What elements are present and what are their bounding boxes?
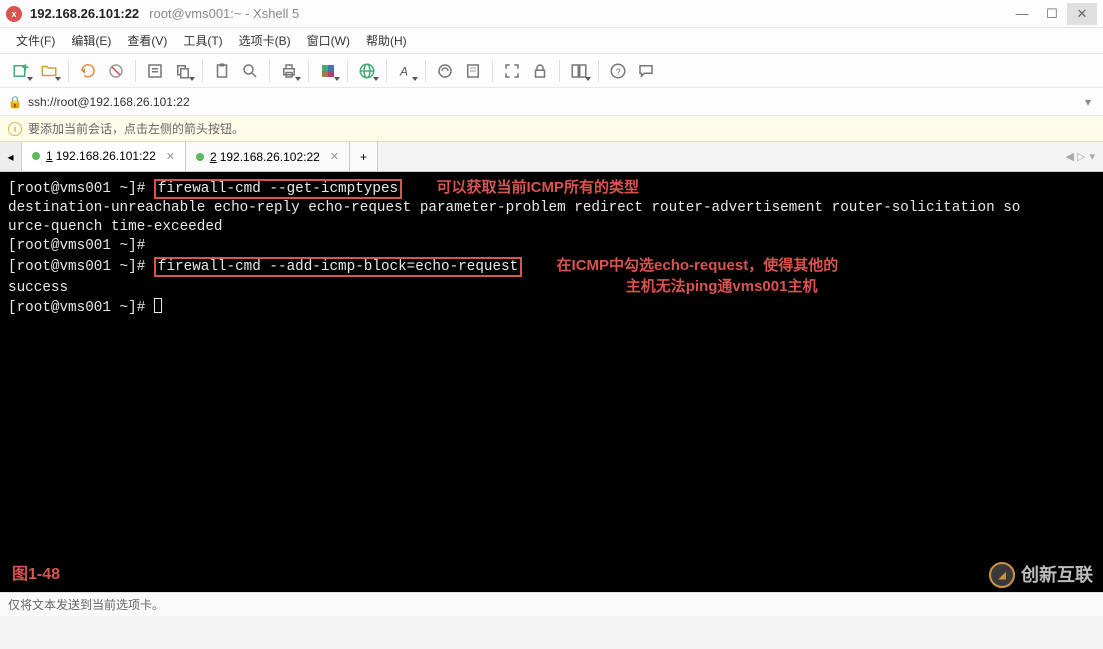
app-logo-icon: x: [6, 6, 22, 22]
tab-menu-button[interactable]: ◂: [0, 142, 22, 171]
menu-view[interactable]: 查看(V): [119, 32, 175, 49]
status-bar: 仅将文本发送到当前选项卡。: [0, 592, 1103, 616]
terminal-output: destination-unreachable echo-reply echo-…: [8, 200, 1020, 216]
lock-button[interactable]: [527, 58, 553, 84]
address-input[interactable]: [28, 95, 1081, 109]
menubar: 文件(F) 编辑(E) 查看(V) 工具(T) 选项卡(B) 窗口(W) 帮助(…: [0, 28, 1103, 54]
menu-window[interactable]: 窗口(W): [299, 32, 358, 49]
terminal-output: success: [8, 280, 68, 296]
color-scheme-button[interactable]: [315, 58, 341, 84]
toolbar-separator: [559, 60, 560, 82]
window-controls: — ☐ ✕: [1007, 3, 1097, 25]
tab-label: 192.168.26.102:22: [220, 150, 320, 164]
tab-list-icon[interactable]: ▾: [1089, 150, 1095, 163]
cursor-icon: [154, 298, 162, 313]
close-button[interactable]: ✕: [1067, 3, 1097, 25]
address-dropdown-icon[interactable]: ▾: [1081, 95, 1095, 109]
info-text: 要添加当前会话，点击左侧的箭头按钮。: [28, 120, 244, 137]
tab-session-1[interactable]: 1 192.168.26.101:22 ✕: [22, 142, 186, 171]
watermark-text: 创新互联: [1021, 566, 1093, 585]
find-button[interactable]: [237, 58, 263, 84]
tab-bar: ◂ 1 192.168.26.101:22 ✕ 2 192.168.26.102…: [0, 142, 1103, 172]
scroll-button[interactable]: [432, 58, 458, 84]
properties-button[interactable]: [142, 58, 168, 84]
log-button[interactable]: [460, 58, 486, 84]
terminal[interactable]: [root@vms001 ~]# firewall-cmd --get-icmp…: [0, 172, 1103, 592]
toolbar-separator: [425, 60, 426, 82]
toolbar-separator: [308, 60, 309, 82]
menu-help[interactable]: 帮助(H): [358, 32, 415, 49]
font-button[interactable]: A: [393, 58, 419, 84]
terminal-output: urce-quench time-exceeded: [8, 219, 223, 235]
annotation-text: 可以获取当前ICMP所有的类型: [436, 179, 639, 196]
titlebar: x 192.168.26.101:22 root@vms001:~ - Xshe…: [0, 0, 1103, 28]
prompt: [root@vms001 ~]#: [8, 181, 145, 197]
fullscreen-button[interactable]: [499, 58, 525, 84]
minimize-button[interactable]: —: [1007, 3, 1037, 25]
tab-close-icon[interactable]: ✕: [166, 150, 175, 163]
annotation-text: 在ICMP中勾选echo-request，使得其他的: [557, 257, 839, 274]
toolbar-separator: [386, 60, 387, 82]
toolbar-separator: [347, 60, 348, 82]
command-highlight: firewall-cmd --add-icmp-block=echo-reque…: [154, 257, 522, 277]
toolbar-separator: [202, 60, 203, 82]
menu-file[interactable]: 文件(F): [8, 32, 63, 49]
help-button[interactable]: ?: [605, 58, 631, 84]
watermark: ◢ 创新互联: [989, 562, 1093, 588]
menu-tab[interactable]: 选项卡(B): [231, 32, 299, 49]
menu-tools[interactable]: 工具(T): [175, 32, 230, 49]
maximize-button[interactable]: ☐: [1037, 3, 1067, 25]
tab-nav: ◀ ▷ ▾: [1065, 142, 1103, 171]
tab-label: 192.168.26.101:22: [56, 149, 156, 163]
file-transfer-button[interactable]: [566, 58, 592, 84]
copy-button[interactable]: [170, 58, 196, 84]
figure-label: 图1-48: [12, 565, 60, 584]
address-bar: 🔒 ▾: [0, 88, 1103, 116]
command-highlight: firewall-cmd --get-icmptypes: [154, 179, 402, 199]
title-path: root@vms001:~ - Xshell 5: [149, 6, 299, 21]
tab-number: 2: [210, 150, 217, 164]
reconnect-button[interactable]: [75, 58, 101, 84]
svg-text:?: ?: [616, 66, 621, 76]
paste-button[interactable]: [209, 58, 235, 84]
annotation-text: 主机无法ping通vms001主机: [626, 278, 818, 295]
toolbar-separator: [269, 60, 270, 82]
title-ip: 192.168.26.101:22: [30, 6, 139, 21]
new-session-button[interactable]: [8, 58, 34, 84]
disconnect-button[interactable]: [103, 58, 129, 84]
tab-close-icon[interactable]: ✕: [330, 150, 339, 163]
info-bar: i 要添加当前会话，点击左侧的箭头按钮。: [0, 116, 1103, 142]
toolbar-separator: [598, 60, 599, 82]
status-dot-icon: [32, 152, 40, 160]
prompt: [root@vms001 ~]#: [8, 300, 145, 316]
lock-icon: 🔒: [8, 95, 22, 109]
print-button[interactable]: [276, 58, 302, 84]
tab-add-button[interactable]: +: [350, 142, 378, 171]
prompt: [root@vms001 ~]#: [8, 259, 145, 275]
tab-session-2[interactable]: 2 192.168.26.102:22 ✕: [186, 142, 350, 171]
encoding-button[interactable]: [354, 58, 380, 84]
prompt: [root@vms001 ~]#: [8, 238, 145, 254]
tab-prev-icon[interactable]: ◀ ▷: [1065, 150, 1085, 163]
open-button[interactable]: [36, 58, 62, 84]
info-icon: i: [8, 122, 22, 136]
toolbar: A ?: [0, 54, 1103, 88]
svg-text:A: A: [399, 64, 408, 78]
toolbar-separator: [135, 60, 136, 82]
toolbar-separator: [492, 60, 493, 82]
watermark-icon: ◢: [989, 562, 1015, 588]
status-text: 仅将文本发送到当前选项卡。: [8, 596, 164, 613]
tab-number: 1: [46, 149, 53, 163]
feedback-button[interactable]: [633, 58, 659, 84]
status-dot-icon: [196, 153, 204, 161]
toolbar-separator: [68, 60, 69, 82]
menu-edit[interactable]: 编辑(E): [63, 32, 119, 49]
